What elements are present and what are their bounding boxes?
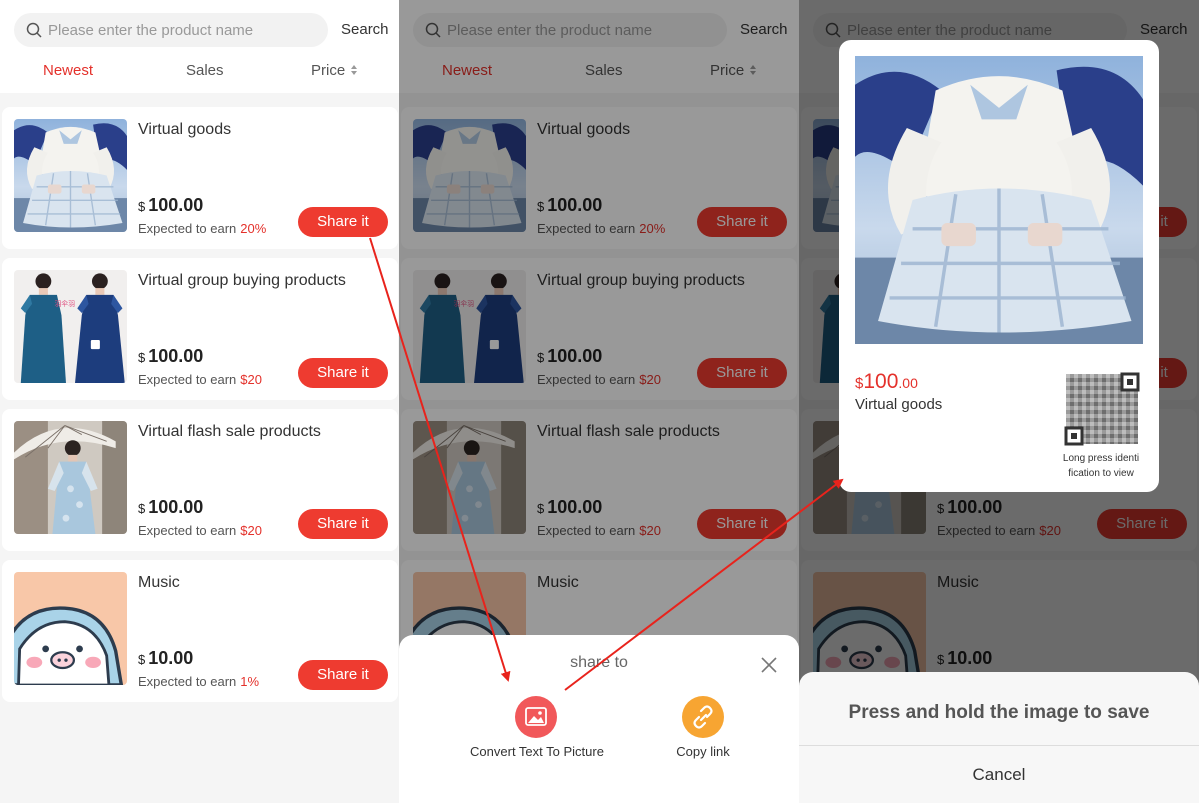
copy-link-label: Copy link [676,744,730,759]
convert-to-picture-label: Convert Text To Picture [470,744,604,759]
search-icon [425,22,441,38]
product-name: Music [138,574,180,591]
expected-earn: Expected to earn $20 [537,523,661,538]
tab-price[interactable]: Price [311,62,358,79]
share-button[interactable]: Share it [1097,509,1187,539]
save-sheet-title: Press and hold the image to save [848,702,1150,723]
sort-arrows-icon [351,65,358,76]
tab-newest[interactable]: Newest [442,62,492,79]
tab-sales[interactable]: Sales [585,62,623,79]
product-price: $10.00 [138,648,194,668]
search-box[interactable] [14,13,328,47]
product-name: Virtual group buying products [537,272,745,289]
product-card[interactable]: Virtual goods $100.00 Expected to earn 20… [401,107,797,249]
product-price: $100.00 [537,497,603,517]
share-button[interactable]: Share it [697,509,787,539]
product-name: Virtual group buying products [138,272,346,289]
top-bar: Search Newest Sales Price [0,0,400,93]
qr-caption: Long press identi fication to view [1062,453,1140,479]
product-image [413,270,526,383]
top-bar: Search Newest Sales Price [399,0,799,93]
poster-price: $100.00 [855,370,918,393]
expected-earn: Expected to earn 20% [138,221,267,236]
product-name: Music [537,574,579,591]
save-image-sheet: Press and hold the image to save Cancel [799,672,1199,803]
product-card[interactable]: Virtual flash sale products $100.00 Expe… [2,409,398,551]
tab-newest[interactable]: Newest [43,62,93,79]
product-image [14,119,127,232]
share-button[interactable]: Share it [298,207,388,237]
link-icon [693,705,713,729]
product-name: Virtual goods [138,121,232,138]
product-card[interactable]: Virtual group buying products $100.00 Ex… [401,258,797,400]
product-price: $100.00 [537,195,603,215]
product-price: $100.00 [537,346,603,366]
cancel-button[interactable]: Cancel [799,746,1199,803]
product-image [14,572,127,685]
search-button[interactable]: Search [740,21,788,38]
product-name: Virtual flash sale products [138,423,321,440]
product-card[interactable]: Virtual flash sale products $100.00 Expe… [401,409,797,551]
expected-earn: Expected to earn $20 [537,372,661,387]
search-input[interactable] [48,13,318,47]
picture-icon [525,707,547,726]
search-button[interactable]: Search [1140,21,1188,38]
product-image [413,119,526,232]
product-price: $100.00 [937,497,1003,517]
product-name: Virtual flash sale products [537,423,720,440]
product-image [14,421,127,534]
product-card[interactable]: Music $10.00 Expected to earn 1% Share it [2,560,398,702]
search-box[interactable] [413,13,727,47]
product-list-screen: Search Newest Sales Price Virtual goods … [0,0,400,803]
product-name: Music [937,574,979,591]
share-button[interactable]: Share it [298,358,388,388]
search-icon [26,22,42,38]
tab-price-label: Price [311,62,346,79]
share-button[interactable]: Share it [298,509,388,539]
share-sheet-screen: Search Newest Sales Price Virtual goods … [399,0,799,803]
expected-earn: Expected to earn $20 [138,523,262,538]
share-button[interactable]: Share it [697,358,787,388]
product-price: $10.00 [937,648,993,668]
expected-earn: Expected to earn $20 [138,372,262,387]
product-image [413,421,526,534]
share-sheet: share to Convert Text To Picture Copy li… [399,635,799,803]
convert-to-picture-button[interactable] [515,696,557,738]
poster-product-name: Virtual goods [855,396,943,413]
poster-screen: Search Share it Share it $100.00 Expecte… [799,0,1199,803]
search-input[interactable] [447,13,717,47]
tab-price-label: Price [710,62,745,79]
product-card[interactable]: Virtual group buying products $100.00 Ex… [2,258,398,400]
product-price: $100.00 [138,497,204,517]
search-icon [825,22,841,38]
expected-earn: Expected to earn 20% [537,221,666,236]
search-button[interactable]: Search [341,21,389,38]
share-button[interactable]: Share it [298,660,388,690]
share-sheet-title: share to [570,654,628,671]
sort-arrows-icon [750,65,757,76]
share-poster[interactable]: $100.00 Virtual goods Long press identi f… [839,40,1159,492]
product-price: $100.00 [138,195,204,215]
product-image [14,270,127,383]
copy-link-button[interactable] [682,696,724,738]
expected-earn: Expected to earn $20 [937,523,1061,538]
product-image [813,572,926,685]
close-icon[interactable] [759,655,779,675]
share-button[interactable]: Share it [697,207,787,237]
poster-product-image [855,56,1143,344]
tab-price[interactable]: Price [710,62,757,79]
tab-sales[interactable]: Sales [186,62,224,79]
product-card[interactable]: Virtual goods $100.00 Expected to earn 20… [2,107,398,249]
product-price: $100.00 [138,346,204,366]
product-name: Virtual goods [537,121,631,138]
qr-code-icon [1062,370,1142,448]
expected-earn: Expected to earn 1% [138,674,260,689]
